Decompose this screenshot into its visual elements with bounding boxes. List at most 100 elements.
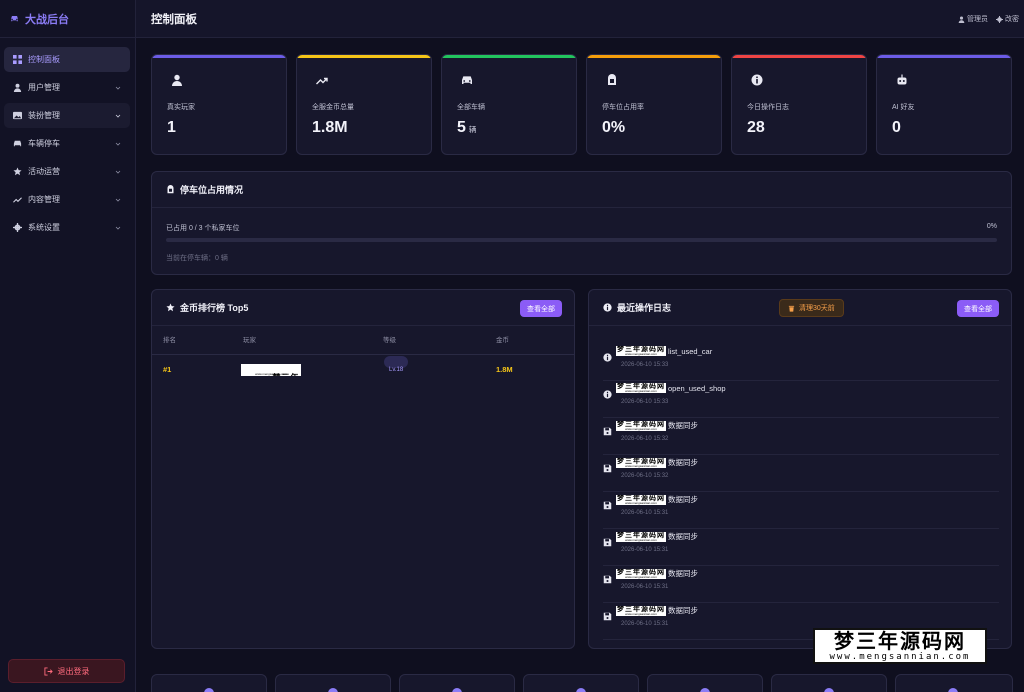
log-action: 数据同步	[668, 532, 698, 541]
stat-value: 1.8M	[312, 119, 348, 136]
stat-card-vehicles: 全部车辆 5辆	[441, 54, 577, 155]
chevron-down-icon	[115, 198, 121, 202]
logs-view-all-button[interactable]: 查看全部	[957, 300, 999, 317]
stat-card-ai-friends: AI 好友 0	[876, 54, 1012, 155]
log-text: 梦三年源码网 www.mengsannian.com 数据同步	[616, 494, 698, 505]
stat-label: 真实玩家	[167, 104, 195, 111]
watermark-image: 梦三年源码网www.mengsannian.com	[616, 457, 666, 468]
stat-label: 今日操作日志	[747, 104, 789, 111]
sidebar-item-outfits[interactable]: 装扮管理	[4, 103, 130, 128]
sidebar-item-label: 活动运营	[28, 167, 60, 176]
car-icon	[11, 15, 18, 22]
sidebar-item-vehicles[interactable]: 车辆停车	[4, 131, 130, 156]
user-icon	[171, 73, 183, 86]
admin-user[interactable]: 管理员	[958, 14, 988, 24]
change-password-button[interactable]: 改密	[996, 14, 1019, 24]
save-icon	[603, 534, 612, 547]
log-action: 数据同步	[668, 421, 698, 430]
gear-icon	[12, 223, 22, 233]
log-time: 2026-06-10 15:31	[621, 621, 669, 627]
quick-action-card[interactable]	[399, 674, 515, 692]
stat-accent-bar	[587, 55, 721, 58]
ranking-table-header: 排名 玩家 等级 金币	[152, 327, 574, 355]
log-text: 梦三年源码网 www.mengsannian.com 数据同步	[616, 457, 698, 468]
top-bar: 控制面板 管理员 改密	[136, 0, 1024, 38]
log-time: 2026-06-10 15:32	[621, 473, 669, 479]
info-icon	[751, 73, 763, 86]
stat-card-coins: 全服金币总量 1.8M	[296, 54, 432, 155]
recent-logs-panel: 最近操作日志 清理30天前 查看全部 梦三年源码网 www.mengsannian…	[588, 289, 1012, 649]
log-action: list_used_car	[668, 346, 713, 356]
logout-icon	[43, 666, 53, 676]
recent-logs-header: 最近操作日志 清理30天前 查看全部	[589, 290, 1011, 326]
log-item: 梦三年源码网 www.mengsannian.com open_used_shop 2…	[603, 381, 999, 418]
stat-accent-bar	[152, 55, 286, 58]
log-item: 梦三年源码网 www.mengsannian.com 数据同步 2026-06-10 …	[603, 529, 999, 566]
table-row[interactable]: #1 梦三年源码网www.mengsannian.com Lv.18 1.8M	[152, 356, 574, 386]
action-icon	[700, 688, 710, 692]
action-icon	[328, 688, 338, 692]
stat-value: 28	[747, 119, 765, 136]
occupancy-progress-bar	[166, 238, 997, 242]
stat-value: 1	[167, 119, 176, 136]
log-action: open_used_shop	[668, 383, 726, 393]
stat-accent-bar	[732, 55, 866, 58]
sidebar-item-label: 车辆停车	[28, 139, 60, 148]
quick-action-card[interactable]	[275, 674, 391, 692]
log-time: 2026-06-10 15:33	[621, 399, 669, 405]
column-header: 金币	[496, 337, 509, 344]
sidebar-item-content[interactable]: 内容管理	[4, 187, 130, 212]
top-actions: 管理员 改密	[958, 14, 1019, 24]
dashboard-icon	[12, 55, 22, 65]
stat-value: 5辆	[457, 119, 477, 136]
log-time: 2026-06-10 15:31	[621, 584, 669, 590]
save-icon	[603, 608, 612, 621]
chevron-down-icon	[115, 226, 121, 230]
recent-logs-title: 最近操作日志	[617, 303, 672, 313]
action-icon	[824, 688, 834, 692]
column-header: 等级	[383, 337, 396, 344]
action-icon	[452, 688, 462, 692]
stat-value: 0	[892, 119, 901, 136]
watermark-title: 梦三年源码网	[834, 629, 966, 653]
watermark-image: 梦三年源码网www.mengsannian.com	[616, 605, 666, 616]
chevron-down-icon	[115, 170, 121, 174]
quick-action-card[interactable]	[771, 674, 887, 692]
watermark-image: 梦三年源码网www.mengsannian.com	[616, 568, 666, 579]
trash-icon	[788, 305, 795, 312]
save-icon	[603, 460, 612, 473]
quick-action-card[interactable]	[151, 674, 267, 692]
logout-button[interactable]: 退出登录	[8, 659, 125, 683]
level-badge: Lv.18	[384, 356, 409, 373]
quick-action-card[interactable]	[895, 674, 1013, 692]
quick-action-card[interactable]	[523, 674, 639, 692]
quick-action-card[interactable]	[647, 674, 763, 692]
user-icon	[12, 83, 22, 93]
log-text: 梦三年源码网 www.mengsannian.com 数据同步	[616, 605, 698, 616]
log-text: 梦三年源码网 www.mengsannian.com open_used_shop	[616, 383, 726, 393]
log-action: 数据同步	[668, 569, 698, 578]
sidebar-item-dashboard[interactable]: 控制面板	[4, 47, 130, 72]
sidebar-item-users[interactable]: 用户管理	[4, 75, 130, 100]
sidebar-item-events[interactable]: 活动运营	[4, 159, 130, 184]
parking-panel: 停车位占用情况 已占用 0 / 3 个私家车位 0% 当前在停车辆：0 辆	[151, 171, 1012, 275]
page-title: 控制面板	[151, 13, 197, 26]
log-action: 数据同步	[668, 458, 698, 467]
sidebar-item-settings[interactable]: 系统设置	[4, 215, 130, 240]
brand[interactable]: 大战后台	[0, 0, 135, 38]
star-icon	[166, 303, 175, 312]
image-icon	[12, 111, 22, 121]
watermark-image: 梦三年源码网www.mengsannian.com	[616, 420, 666, 431]
column-header: 排名	[163, 337, 176, 344]
clean-logs-button[interactable]: 清理30天前	[779, 299, 844, 317]
change-password-label: 改密	[1005, 16, 1019, 23]
parking-icon	[167, 185, 174, 194]
stat-label: 全部车辆	[457, 104, 485, 111]
user-icon	[958, 16, 965, 23]
log-text: 梦三年源码网 www.mengsannian.com 数据同步	[616, 420, 698, 431]
sidebar-item-label: 控制面板	[28, 55, 60, 64]
sidebar-item-label: 用户管理	[28, 83, 60, 92]
log-text: 梦三年源码网 www.mengsannian.com list_used_car	[616, 346, 712, 356]
action-icon	[204, 688, 214, 692]
ranking-view-all-button[interactable]: 查看全部	[520, 300, 562, 317]
